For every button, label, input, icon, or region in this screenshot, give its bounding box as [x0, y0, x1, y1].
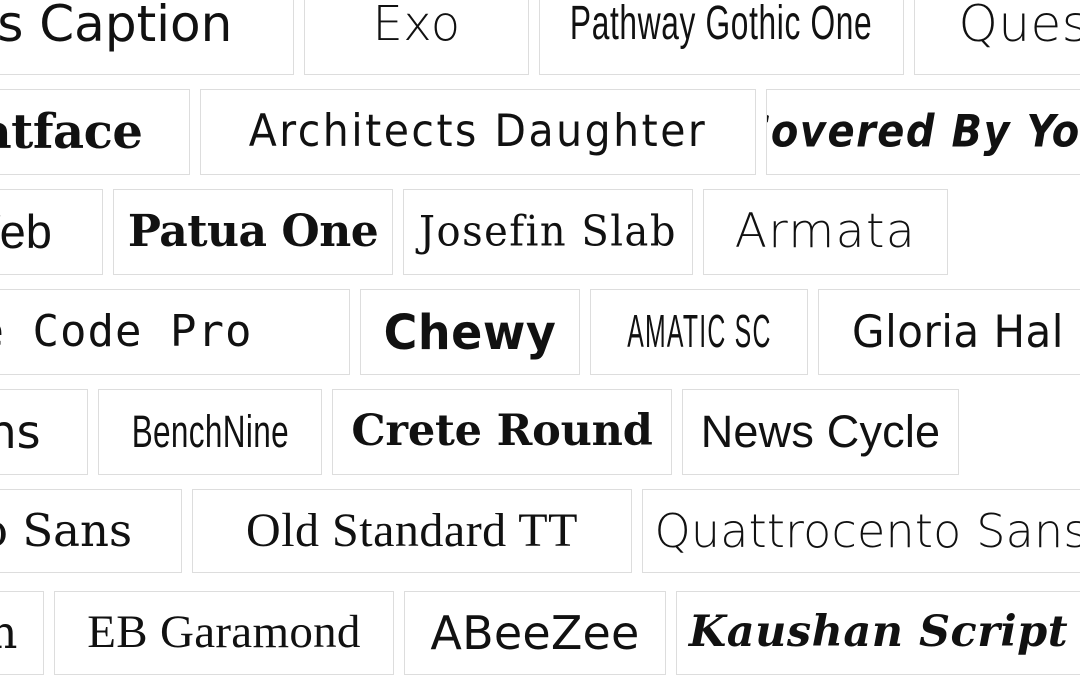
font-card-architects-daughter[interactable]: Architects Daughter	[200, 89, 756, 175]
font-card-abeezee[interactable]: ABeeZee	[404, 591, 666, 675]
font-card-clipped-serif[interactable]: n	[0, 591, 44, 675]
font-name-label: Chewy	[383, 303, 557, 361]
font-card-covered-by-your-grace[interactable]: Covered By Your	[766, 89, 1080, 175]
font-name-label: Crete Round	[351, 406, 653, 457]
font-name-label: Pathway Gothic One	[570, 0, 873, 51]
font-row: ns Caption Exo Pathway Gothic One Questr	[0, 0, 1080, 75]
font-card-gloria-hallelujah[interactable]: Gloria Hal	[818, 289, 1080, 375]
font-card-exo[interactable]: Exo	[304, 0, 529, 75]
font-card-benchnine[interactable]: BenchNine	[98, 389, 322, 475]
font-card-open-sans[interactable]: ans	[0, 389, 88, 475]
font-card-quattrocento-sans[interactable]: Quattrocento Sans	[642, 489, 1080, 573]
font-card-crete-round[interactable]: Crete Round	[332, 389, 672, 475]
font-row: no Sans Old Standard TT Quattrocento San…	[0, 489, 1080, 573]
font-name-label: Covered By Your	[767, 106, 1080, 158]
font-card-pathway-gothic-one[interactable]: Pathway Gothic One	[539, 0, 904, 75]
font-row: e Code Pro Chewy AMATIC SC Gloria Hal	[0, 289, 1080, 375]
font-name-label: ans	[0, 404, 41, 459]
font-name-label: BenchNine	[131, 406, 289, 458]
font-name-label: e Code Pro	[0, 305, 253, 357]
font-name-label: News Cycle	[700, 406, 941, 458]
font-name-label: Gloria Hal	[852, 305, 1064, 358]
font-card-chewy[interactable]: Chewy	[360, 289, 580, 375]
font-name-label: Exo	[372, 0, 461, 53]
font-card-josefin-slab[interactable]: Josefin Slab	[403, 189, 693, 275]
font-row: Web Patua One Josefin Slab Armata	[0, 189, 985, 275]
font-name-label: Old Standard TT	[246, 503, 578, 557]
font-card-abril-fatface[interactable]: Fatface	[0, 89, 190, 175]
font-name-label: EB Garamond	[87, 606, 361, 659]
font-name-label: ABeeZee	[430, 605, 640, 660]
font-card-patua-one[interactable]: Patua One	[113, 189, 393, 275]
font-name-label: ns Caption	[0, 0, 233, 54]
font-name-label: Web	[0, 205, 52, 259]
font-row: ans BenchNine Crete Round News Cycle	[0, 389, 992, 475]
font-card-news-cycle[interactable]: News Cycle	[682, 389, 959, 475]
font-card-old-standard-tt[interactable]: Old Standard TT	[192, 489, 632, 573]
font-name-label: Questr	[958, 0, 1080, 54]
font-row: n EB Garamond ABeeZee Kaushan Script	[0, 591, 1080, 675]
font-card-kaushan-script[interactable]: Kaushan Script	[676, 591, 1080, 675]
font-row: Fatface Architects Daughter Covered By Y…	[0, 89, 1080, 175]
font-name-label: Architects Daughter	[248, 105, 708, 158]
font-name-label: no Sans	[0, 504, 133, 558]
font-card-questrial[interactable]: Questr	[914, 0, 1080, 75]
font-name-label: Patua One	[127, 205, 379, 257]
font-name-label: Kaushan Script	[688, 607, 1069, 658]
font-name-label: Josefin Slab	[418, 207, 678, 257]
font-card-droid-sans[interactable]: no Sans	[0, 489, 182, 573]
font-card-eb-garamond[interactable]: EB Garamond	[54, 591, 394, 675]
font-card-pt-sans-web[interactable]: Web	[0, 189, 103, 275]
font-card-open-sans-caption[interactable]: ns Caption	[0, 0, 294, 75]
font-name-label: Quattrocento Sans	[654, 503, 1080, 558]
font-name-label: AMATIC SC	[626, 306, 772, 358]
font-name-label: Armata	[734, 204, 917, 260]
font-name-label: n	[0, 609, 31, 657]
font-card-source-code-pro[interactable]: e Code Pro	[0, 289, 350, 375]
font-card-armata[interactable]: Armata	[703, 189, 948, 275]
font-specimen-grid: ns Caption Exo Pathway Gothic One Questr…	[0, 0, 1080, 675]
font-card-amatic-sc[interactable]: AMATIC SC	[590, 289, 808, 375]
font-name-label: Fatface	[0, 103, 143, 160]
